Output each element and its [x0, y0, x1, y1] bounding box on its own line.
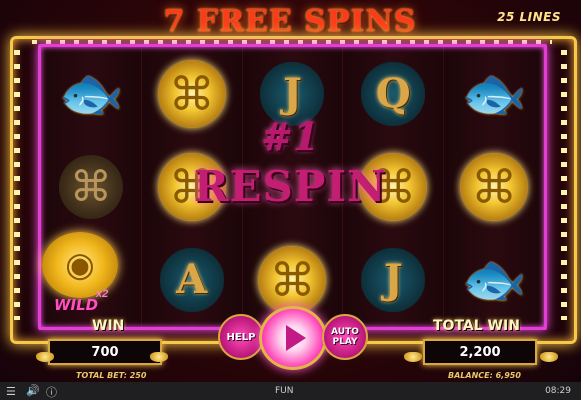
wild-multiplier: x2 — [96, 288, 109, 300]
game-mode: FUN — [275, 386, 294, 396]
autoplay-label-line1: AUTO — [331, 327, 359, 337]
autoplay-button[interactable]: AUTO PLAY — [322, 314, 368, 360]
gold-ingot-icon — [36, 352, 54, 362]
total-win-value: 2,200 — [423, 339, 537, 365]
gold-ingot-icon — [540, 352, 558, 362]
marquee-bulbs-left — [14, 50, 20, 320]
autoplay-label-line2: PLAY — [332, 337, 358, 347]
sound-icon[interactable]: 🔊 — [26, 384, 40, 397]
slot-game-stage: 7 FREE SPINS 25 LINES 🐟 ⌘ ⌘ ⌘ A J ⌘ Q ⌘ … — [0, 0, 581, 400]
respin-number: #1 — [260, 114, 320, 159]
respin-banner: RESPIN — [193, 162, 387, 211]
marquee-bulbs-right — [561, 50, 567, 320]
free-spins-title: 7 FREE SPINS — [163, 4, 417, 39]
status-strip: TOTAL BET: 250 BALANCE: 6,950 — [0, 369, 581, 382]
gold-ingot-icon — [150, 352, 168, 362]
win-value: 700 — [48, 339, 162, 365]
total-bet: TOTAL BET: 250 — [76, 371, 147, 380]
total-win-label: TOTAL WIN — [433, 318, 520, 334]
clock: 08:29 — [545, 386, 571, 396]
wild-label: WILD — [54, 296, 99, 314]
gold-ingot-icon — [404, 352, 422, 362]
balance: BALANCE: 6,950 — [448, 371, 521, 380]
menu-icon[interactable]: ☰ — [6, 385, 16, 398]
spin-button[interactable] — [259, 306, 327, 370]
win-label: WIN — [92, 318, 125, 334]
info-icon[interactable]: ⓘ — [46, 384, 57, 400]
lines-label: 25 LINES — [497, 10, 561, 24]
system-bar: ☰ 🔊 ⓘ FUN 08:29 — [0, 382, 581, 400]
play-icon — [285, 325, 306, 351]
help-button[interactable]: HELP — [218, 314, 264, 360]
